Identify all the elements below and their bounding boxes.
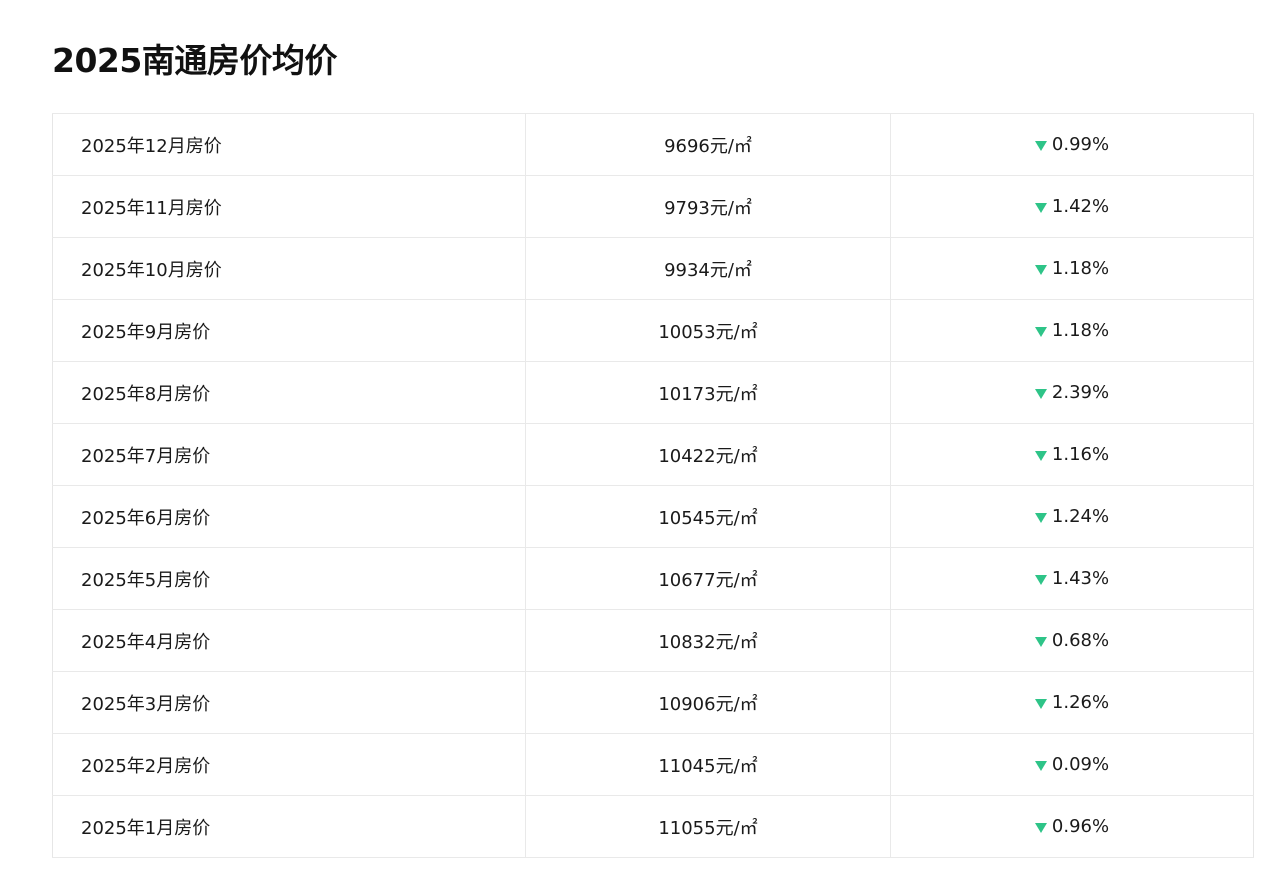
change-cell: 1.42%: [890, 175, 1254, 238]
change-value: 1.24%: [1051, 506, 1110, 527]
triangle-down-icon: [1034, 823, 1047, 833]
triangle-down-icon: [1034, 761, 1047, 771]
table-row: 2025年6月房价 10545元/㎡ 1.24%: [52, 485, 1254, 548]
month-cell: 2025年7月房价: [52, 423, 526, 486]
table-row: 2025年9月房价 10053元/㎡ 1.18%: [52, 299, 1254, 362]
triangle-down-icon: [1034, 699, 1047, 709]
price-cell: 10906元/㎡: [525, 671, 891, 734]
table-row: 2025年3月房价 10906元/㎡ 1.26%: [52, 671, 1254, 734]
change-cell: 0.99%: [890, 113, 1254, 176]
triangle-down-icon: [1034, 451, 1047, 461]
triangle-down-icon: [1034, 265, 1047, 275]
change-value: 1.16%: [1051, 444, 1110, 465]
table-row: 2025年11月房价 9793元/㎡ 1.42%: [52, 175, 1254, 238]
price-cell: 10422元/㎡: [525, 423, 891, 486]
change-value: 2.39%: [1051, 382, 1110, 403]
price-cell: 11055元/㎡: [525, 795, 891, 858]
month-cell: 2025年1月房价: [52, 795, 526, 858]
change-value: 1.18%: [1051, 320, 1110, 341]
triangle-down-icon: [1034, 327, 1047, 337]
change-value: 0.99%: [1051, 134, 1110, 155]
month-cell: 2025年5月房价: [52, 547, 526, 610]
table-row: 2025年10月房价 9934元/㎡ 1.18%: [52, 237, 1254, 300]
price-table: 2025年12月房价 9696元/㎡ 0.99% 2025年11月房价 9793…: [52, 113, 1254, 858]
table-row: 2025年4月房价 10832元/㎡ 0.68%: [52, 609, 1254, 672]
table-row: 2025年7月房价 10422元/㎡ 1.16%: [52, 423, 1254, 486]
change-cell: 1.26%: [890, 671, 1254, 734]
change-cell: 1.18%: [890, 237, 1254, 300]
triangle-down-icon: [1034, 637, 1047, 647]
month-cell: 2025年6月房价: [52, 485, 526, 548]
month-cell: 2025年12月房价: [52, 113, 526, 176]
change-value: 0.09%: [1051, 754, 1110, 775]
price-cell: 10832元/㎡: [525, 609, 891, 672]
month-cell: 2025年4月房价: [52, 609, 526, 672]
change-value: 1.42%: [1051, 196, 1110, 217]
change-cell: 0.09%: [890, 733, 1254, 796]
table-row: 2025年12月房价 9696元/㎡ 0.99%: [52, 113, 1254, 176]
month-cell: 2025年3月房价: [52, 671, 526, 734]
change-value: 1.43%: [1051, 568, 1110, 589]
price-cell: 9793元/㎡: [525, 175, 891, 238]
month-cell: 2025年8月房价: [52, 361, 526, 424]
month-cell: 2025年9月房价: [52, 299, 526, 362]
change-value: 1.26%: [1051, 692, 1110, 713]
change-value: 0.68%: [1051, 630, 1110, 651]
month-cell: 2025年2月房价: [52, 733, 526, 796]
change-cell: 2.39%: [890, 361, 1254, 424]
price-table-body: 2025年12月房价 9696元/㎡ 0.99% 2025年11月房价 9793…: [52, 113, 1254, 858]
triangle-down-icon: [1034, 389, 1047, 399]
price-cell: 11045元/㎡: [525, 733, 891, 796]
change-cell: 1.18%: [890, 299, 1254, 362]
change-cell: 0.68%: [890, 609, 1254, 672]
triangle-down-icon: [1034, 513, 1047, 523]
change-cell: 1.16%: [890, 423, 1254, 486]
price-cell: 9696元/㎡: [525, 113, 891, 176]
change-value: 0.96%: [1051, 816, 1110, 837]
price-cell: 10545元/㎡: [525, 485, 891, 548]
page-title: 2025南通房价均价: [52, 41, 337, 80]
table-row: 2025年1月房价 11055元/㎡ 0.96%: [52, 795, 1254, 858]
price-cell: 10173元/㎡: [525, 361, 891, 424]
price-cell: 10053元/㎡: [525, 299, 891, 362]
change-value: 1.18%: [1051, 258, 1110, 279]
table-row: 2025年2月房价 11045元/㎡ 0.09%: [52, 733, 1254, 796]
triangle-down-icon: [1034, 575, 1047, 585]
table-row: 2025年8月房价 10173元/㎡ 2.39%: [52, 361, 1254, 424]
month-cell: 2025年10月房价: [52, 237, 526, 300]
price-cell: 9934元/㎡: [525, 237, 891, 300]
change-cell: 1.24%: [890, 485, 1254, 548]
change-cell: 0.96%: [890, 795, 1254, 858]
month-cell: 2025年11月房价: [52, 175, 526, 238]
price-cell: 10677元/㎡: [525, 547, 891, 610]
table-row: 2025年5月房价 10677元/㎡ 1.43%: [52, 547, 1254, 610]
triangle-down-icon: [1034, 141, 1047, 151]
triangle-down-icon: [1034, 203, 1047, 213]
change-cell: 1.43%: [890, 547, 1254, 610]
